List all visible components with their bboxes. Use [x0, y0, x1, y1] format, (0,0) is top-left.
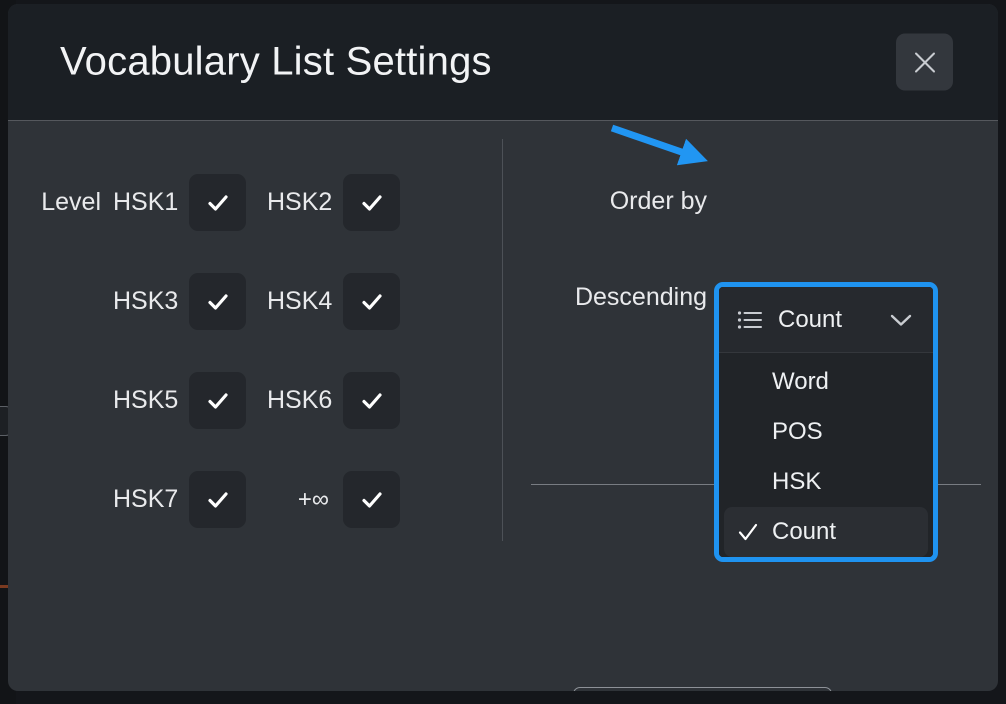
screen: Vocabulary List Settings Level HSK1 HSK2… — [0, 0, 1006, 704]
check-icon — [361, 392, 382, 409]
dropdown-option-word[interactable]: Word — [724, 357, 928, 407]
dropdown-option-label: POS — [772, 418, 823, 445]
level-checkbox-hsk6[interactable] — [343, 372, 400, 429]
dropdown-option-label: HSK — [772, 468, 822, 495]
level-cell-hsk2: HSK2 — [267, 174, 400, 231]
close-button[interactable] — [896, 33, 953, 91]
check-icon — [207, 293, 228, 310]
level-panel: Level HSK1 HSK2 HSK3 HSK4 HSK5 HSK6 HSK7… — [8, 121, 502, 549]
dropdown-option-count[interactable]: Count — [724, 507, 928, 557]
dropdown-option-label: Word — [772, 368, 829, 395]
dropdown-option-hsk[interactable]: HSK — [724, 457, 928, 507]
dialog-footer: Apply Cancel — [8, 551, 998, 691]
dropdown-option-pos[interactable]: POS — [724, 407, 928, 457]
level-name: HSK3 — [113, 287, 179, 315]
check-icon — [207, 194, 228, 211]
order-by-selected-value: Count — [778, 305, 843, 333]
close-icon — [914, 52, 935, 72]
check-icon — [361, 491, 382, 508]
level-name: HSK6 — [267, 386, 333, 414]
level-checkbox-hsk2[interactable] — [343, 174, 400, 231]
level-cell-hsk7: HSK7 — [113, 471, 246, 528]
level-checkbox-hsk7[interactable] — [189, 471, 246, 528]
level-cell-hsk3: HSK3 — [113, 273, 246, 330]
page-title: Vocabulary List Settings — [60, 39, 492, 84]
level-name: +∞ — [297, 485, 329, 513]
level-cell-hsk1: HSK1 — [113, 174, 246, 231]
cancel-button[interactable]: Cancel — [573, 687, 832, 691]
checkmark-icon — [738, 523, 758, 541]
level-name: HSK1 — [113, 188, 179, 216]
order-by-dropdown: Count Word POS HSK Count — [719, 287, 933, 557]
level-checkbox-infinity[interactable] — [343, 471, 400, 528]
level-checkbox-hsk4[interactable] — [343, 273, 400, 330]
level-checkbox-hsk3[interactable] — [189, 273, 246, 330]
check-icon — [361, 293, 382, 310]
level-name: HSK4 — [267, 287, 333, 315]
level-cell-hsk5: HSK5 — [113, 372, 246, 429]
level-name: HSK7 — [113, 485, 179, 513]
order-by-dropdown-menu: Word POS HSK Count — [719, 353, 933, 557]
level-row: Level HSK1 HSK2 — [8, 153, 502, 252]
check-icon — [207, 491, 228, 508]
order-by-label: Order by — [609, 186, 707, 215]
chevron-down-icon — [890, 314, 912, 326]
dialog-header: Vocabulary List Settings — [8, 4, 998, 121]
check-slot — [724, 520, 772, 544]
level-section-label: Level — [41, 188, 101, 216]
level-row: Level HSK3 HSK4 — [8, 252, 502, 351]
level-cell-hsk6: HSK6 — [267, 372, 400, 429]
level-checkbox-hsk1[interactable] — [189, 174, 246, 231]
check-icon — [207, 392, 228, 409]
level-cell-hsk4: HSK4 — [267, 273, 400, 330]
level-name: HSK2 — [267, 188, 333, 216]
level-row: Level HSK5 HSK6 — [8, 351, 502, 450]
dialog-body: Level HSK1 HSK2 HSK3 HSK4 HSK5 HSK6 HSK7… — [8, 121, 998, 691]
order-by-dropdown-highlight: Count Word POS HSK Count — [714, 282, 938, 562]
check-icon — [361, 194, 382, 211]
level-checkbox-hsk5[interactable] — [189, 372, 246, 429]
descending-label: Descending — [574, 282, 707, 311]
order-by-dropdown-trigger[interactable]: Count — [719, 287, 933, 353]
level-cell-infinity: +∞ — [267, 471, 400, 528]
order-by-row: Order by — [502, 153, 998, 249]
list-icon — [737, 310, 762, 329]
level-row: Level HSK7 +∞ — [8, 450, 502, 549]
level-name: HSK5 — [113, 386, 179, 414]
dropdown-option-label: Count — [772, 518, 837, 545]
vocabulary-list-settings-dialog: Vocabulary List Settings Level HSK1 HSK2… — [8, 4, 998, 691]
